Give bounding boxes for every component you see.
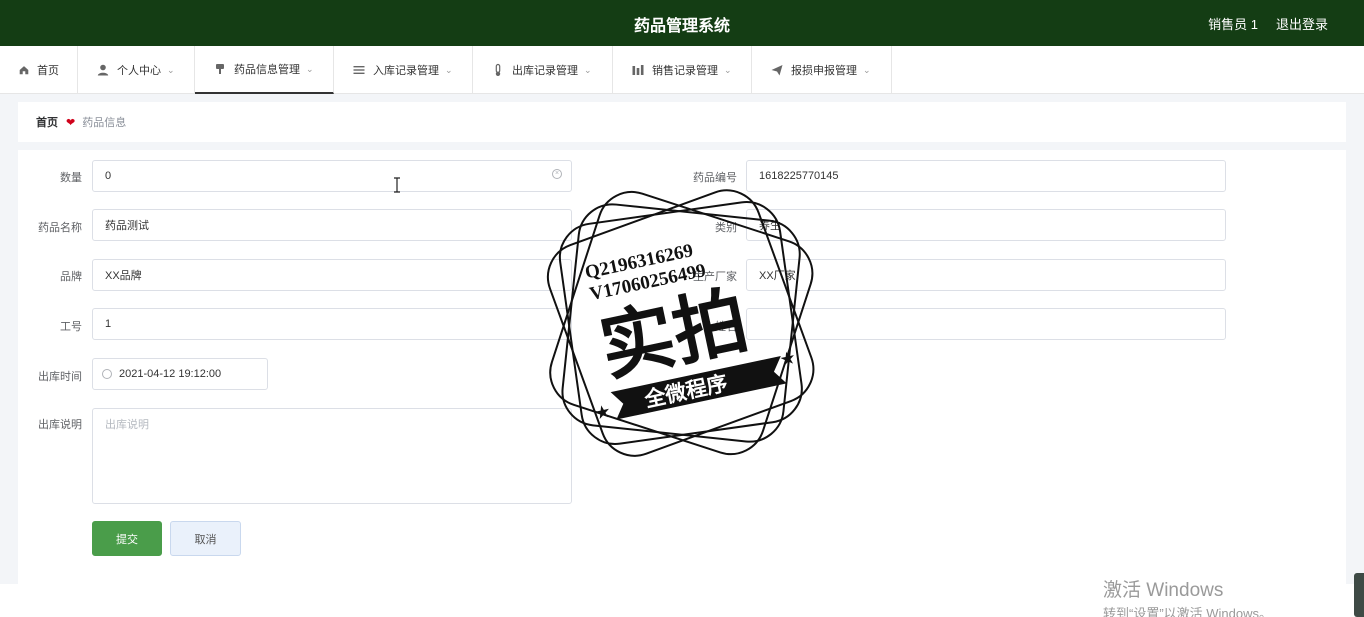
submit-button[interactable]: 提交 xyxy=(92,521,162,556)
chevron-down-icon: ⌄ xyxy=(863,64,871,75)
nav-item-label: 销售记录管理 xyxy=(652,65,718,77)
nav-item-home[interactable]: 首页 xyxy=(0,46,78,94)
main-nav: 首页 个人中心 ⌄ 药品信息管理 ⌄ 入库记录管理 ⌄ 出库记录管理 ⌄ 销售记… xyxy=(0,46,1364,94)
chevron-down-icon: ⌄ xyxy=(306,63,314,74)
watermark-stamp: Q2196316269 V17060256499 实拍 全微程序 ★ ★ xyxy=(546,189,815,457)
nav-item-sales-records[interactable]: 销售记录管理 ⌄ xyxy=(613,46,752,94)
drug-name-input[interactable]: 药品测试 xyxy=(92,209,572,241)
side-widget-tab[interactable] xyxy=(1354,573,1364,617)
brand-value: XX品牌 xyxy=(105,270,142,282)
quantity-value: 0 xyxy=(105,170,112,182)
description-label: 出库说明 xyxy=(38,419,82,431)
chevron-down-icon: ⌄ xyxy=(584,64,592,75)
chevron-down-icon: ⌄ xyxy=(445,64,453,75)
nav-item-profile[interactable]: 个人中心 ⌄ xyxy=(78,46,195,94)
brand-input[interactable]: XX品牌 xyxy=(92,259,572,291)
employee-no-label: 工号 xyxy=(60,321,82,333)
windows-activation-title: 激活 Windows xyxy=(1103,580,1224,601)
employee-no-input[interactable]: 1 xyxy=(92,308,572,340)
drug-name-value: 药品测试 xyxy=(105,220,149,232)
quantity-input[interactable]: 0 × xyxy=(92,160,572,192)
top-header: 药品管理系统 销售员 1 退出登录 xyxy=(0,0,1364,46)
chart-icon xyxy=(632,65,644,75)
send-icon xyxy=(771,65,783,76)
logout-link[interactable]: 退出登录 xyxy=(1276,14,1328,33)
nav-item-label: 报损申报管理 xyxy=(791,65,857,77)
clock-icon xyxy=(102,369,112,379)
nav-item-medicine-info[interactable]: 药品信息管理 ⌄ xyxy=(195,46,334,94)
nav-item-label: 个人中心 xyxy=(117,65,161,77)
drug-name-label: 药品名称 xyxy=(38,222,82,234)
windows-activation-notice: 激活 Windows 转到“设置”以激活 Windows。 xyxy=(1103,575,1272,617)
breadcrumb: 首页 ❤ 药品信息 xyxy=(18,102,1346,142)
breadcrumb-home[interactable]: 首页 xyxy=(36,114,58,130)
nav-item-label: 出库记录管理 xyxy=(512,65,578,77)
out-time-value: 2021-04-12 19:12:00 xyxy=(119,368,222,380)
nav-item-loss-report[interactable]: 报损申报管理 ⌄ xyxy=(752,46,892,94)
windows-activation-subtitle: 转到“设置”以激活 Windows。 xyxy=(1103,606,1273,617)
svg-text:★: ★ xyxy=(778,347,798,370)
text-cursor-icon xyxy=(394,177,400,193)
medicine-icon xyxy=(216,64,224,74)
nav-item-label: 药品信息管理 xyxy=(234,64,300,76)
employee-no-value: 1 xyxy=(105,318,112,330)
breadcrumb-current: 药品信息 xyxy=(82,117,127,129)
chevron-down-icon: ⌄ xyxy=(724,64,732,75)
home-icon xyxy=(19,66,29,75)
list-icon xyxy=(353,66,365,74)
cancel-button[interactable]: 取消 xyxy=(170,521,241,556)
description-textarea[interactable]: 出库说明 xyxy=(92,408,572,504)
nav-item-label: 首页 xyxy=(37,65,59,77)
brand-label: 品牌 xyxy=(60,271,82,283)
app-title: 药品管理系统 xyxy=(633,18,730,35)
user-icon xyxy=(97,64,109,76)
thermometer-icon xyxy=(495,63,501,76)
current-user-label[interactable]: 销售员 1 xyxy=(1208,14,1258,33)
svg-text:★: ★ xyxy=(593,401,613,424)
chevron-down-icon: ⌄ xyxy=(167,64,175,75)
out-time-label: 出库时间 xyxy=(38,371,82,383)
quantity-label: 数量 xyxy=(60,172,82,184)
nav-item-outbound-records[interactable]: 出库记录管理 ⌄ xyxy=(473,46,613,94)
nav-item-label: 入库记录管理 xyxy=(373,65,439,77)
nav-item-inbound-records[interactable]: 入库记录管理 ⌄ xyxy=(334,46,473,94)
out-time-picker[interactable]: 2021-04-12 19:12:00 xyxy=(92,358,268,390)
heart-icon: ❤ xyxy=(66,116,76,129)
